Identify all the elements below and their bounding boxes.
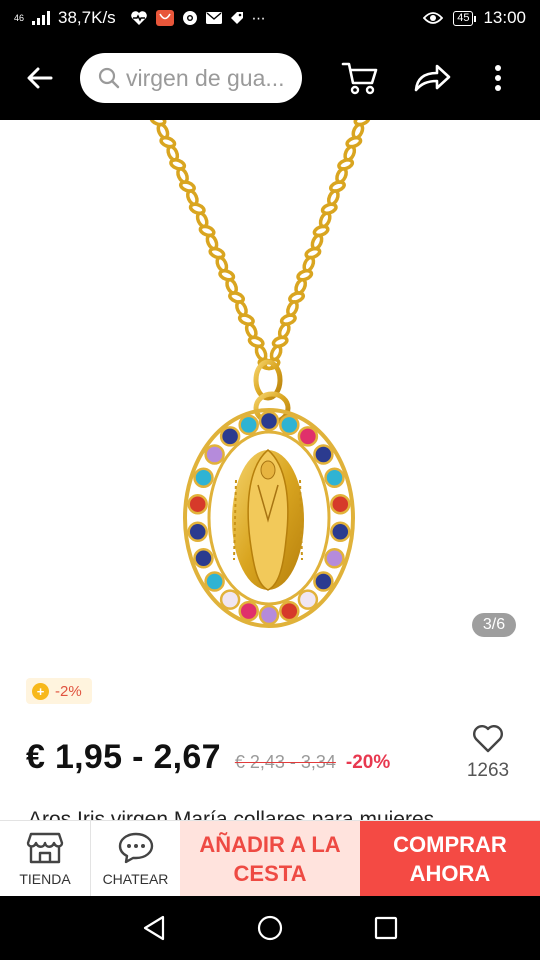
buy-now-button[interactable]: COMPRAR AHORA	[360, 821, 540, 897]
nav-recents-button[interactable]	[369, 911, 403, 945]
triangle-back-icon	[143, 915, 165, 941]
search-input[interactable]: virgen de gua...	[80, 53, 302, 103]
more-icon	[495, 65, 501, 91]
store-label: TIENDA	[19, 871, 71, 887]
network-speed: 38,7K/s	[58, 8, 116, 27]
nav-home-button[interactable]	[253, 911, 287, 945]
search-query: virgen de gua...	[126, 64, 285, 91]
network-label: 46	[14, 12, 25, 23]
necklace-pendant-image	[149, 120, 371, 628]
clock: 13:00	[483, 8, 526, 27]
tag-icon	[230, 12, 243, 24]
store-button[interactable]: TIENDA	[0, 821, 90, 897]
store-icon	[26, 832, 64, 864]
discount-percentage: -20%	[345, 752, 391, 773]
chat-label: CHATEAR	[102, 871, 169, 887]
cart-icon	[341, 62, 378, 95]
original-price: € 2,43 - 3,34	[234, 752, 336, 772]
image-counter: 3/6	[472, 613, 516, 637]
square-recents-icon	[374, 916, 398, 940]
price-row: € 1,95 - 2,67 € 2,43 - 3,34 -20%	[26, 738, 390, 777]
eye-comfort-icon	[423, 12, 444, 24]
navigation-bar	[0, 896, 540, 960]
aliexpress-notification-icon	[155, 10, 174, 26]
heart-icon	[473, 725, 503, 753]
circle-home-icon	[257, 915, 283, 941]
back-arrow-icon	[27, 67, 53, 89]
product-image[interactable]	[0, 120, 540, 660]
search-icon	[98, 67, 120, 89]
signal-icon	[32, 11, 51, 25]
mail-icon	[205, 12, 222, 24]
share-button[interactable]	[396, 36, 468, 120]
nav-back-button[interactable]	[137, 911, 171, 945]
more-notifications-icon: ⋯	[251, 9, 266, 26]
chrome-icon	[182, 11, 197, 25]
buy-now-label: COMPRAR AHORA	[393, 832, 507, 886]
action-bar: TIENDA CHATEAR AÑADIR A LA CESTA COMPRAR…	[0, 820, 540, 897]
add-to-cart-label: AÑADIR A LA CESTA	[199, 832, 341, 886]
status-bar: 46 38,7K/s ⋯ 45 13:00	[0, 0, 540, 36]
add-to-cart-button[interactable]: AÑADIR A LA CESTA	[180, 821, 360, 897]
chat-icon	[118, 832, 153, 864]
coin-discount-label: -2%	[55, 682, 82, 700]
cart-button[interactable]	[324, 36, 396, 120]
more-options-button[interactable]	[468, 36, 528, 120]
wishlist-button[interactable]: 1263	[458, 724, 518, 782]
current-price: € 1,95 - 2,67	[26, 738, 221, 776]
wishlist-count: 1263	[466, 760, 510, 781]
battery-level: 45	[457, 11, 470, 24]
product-detail: 3/6 + -2% € 1,95 - 2,67 € 2,43 - 3,34 -2…	[0, 120, 540, 896]
heart-monitor-icon	[130, 11, 147, 25]
coin-icon: +	[32, 682, 49, 700]
chat-button[interactable]: CHATEAR	[90, 821, 180, 897]
battery-icon: 45	[453, 10, 477, 26]
app-header: virgen de gua...	[0, 36, 540, 120]
network-type: 46	[14, 12, 25, 23]
back-button[interactable]	[0, 36, 80, 120]
share-icon	[414, 64, 451, 92]
coin-discount-badge: + -2%	[26, 678, 92, 704]
